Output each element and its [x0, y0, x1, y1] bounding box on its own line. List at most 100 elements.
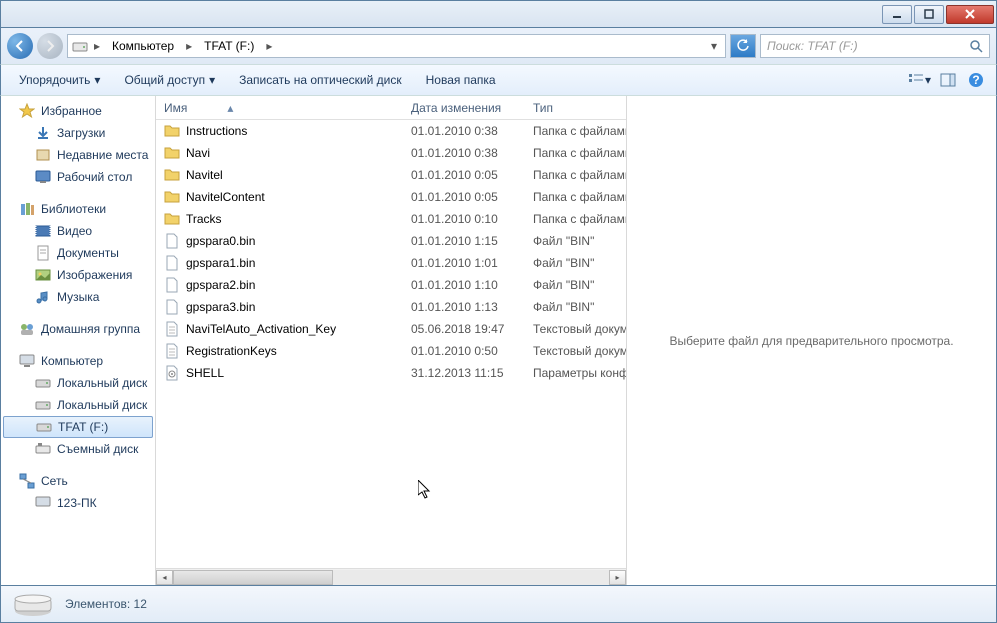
view-options-button[interactable]: ▾ [908, 69, 932, 91]
sidebar-item-documents[interactable]: Документы [1, 242, 155, 264]
file-type: Файл "BIN" [533, 278, 626, 292]
file-row[interactable]: gpspara2.bin 01.01.2010 1:10Файл "BIN" [156, 274, 626, 296]
file-name: gpspara2.bin [186, 278, 255, 292]
file-name: Tracks [186, 212, 222, 226]
file-date: 31.12.2013 11:15 [411, 366, 533, 380]
file-type: Текстовый документ [533, 344, 626, 358]
horizontal-scrollbar[interactable]: ◂ ▸ [156, 568, 626, 585]
file-type: Текстовый документ [533, 322, 626, 336]
sidebar-item-downloads[interactable]: Загрузки [1, 122, 155, 144]
file-row[interactable]: NavitelContent01.01.2010 0:05Папка с фай… [156, 186, 626, 208]
drive-icon [36, 419, 52, 435]
file-row[interactable]: Instructions01.01.2010 0:38Папка с файла… [156, 120, 626, 142]
sidebar-item-music[interactable]: Музыка [1, 286, 155, 308]
column-type[interactable]: Тип [533, 101, 626, 115]
file-icon [164, 299, 180, 315]
drive-icon [72, 38, 88, 54]
status-bar: Элементов: 12 [0, 585, 997, 623]
file-row[interactable]: gpspara3.bin01.01.2010 1:13Файл "BIN" [156, 296, 626, 318]
column-headers[interactable]: Имя▴ Дата изменения Тип [156, 96, 626, 120]
folder-icon [164, 167, 180, 183]
network-group[interactable]: Сеть [1, 470, 155, 492]
search-box[interactable]: Поиск: TFAT (F:) [760, 34, 990, 58]
search-placeholder: Поиск: TFAT (F:) [767, 39, 858, 53]
navigation-pane[interactable]: Избранное Загрузки Недавние места Рабочи… [1, 96, 156, 585]
sidebar-item-tfat[interactable]: TFAT (F:) [3, 416, 153, 438]
file-row[interactable]: SHELL31.12.2013 11:15Параметры конфигура… [156, 362, 626, 384]
file-date: 05.06.2018 19:47 [411, 322, 533, 336]
chevron-right-icon[interactable]: ▸ [90, 39, 104, 53]
text-icon [164, 343, 180, 359]
address-bar[interactable]: ▸ Компьютер ▸ TFAT (F:) ▸ ▾ [67, 34, 726, 58]
folder-icon [164, 211, 180, 227]
file-name: Instructions [186, 124, 247, 138]
column-date[interactable]: Дата изменения [411, 101, 533, 115]
scroll-track[interactable] [173, 570, 609, 585]
file-date: 01.01.2010 1:01 [411, 256, 533, 270]
sidebar-item-videos[interactable]: Видео [1, 220, 155, 242]
pictures-icon [35, 267, 51, 283]
desktop-icon [35, 169, 51, 185]
file-row[interactable]: Tracks01.01.2010 0:10Папка с файлами [156, 208, 626, 230]
favorites-group[interactable]: Избранное [1, 100, 155, 122]
computer-group[interactable]: Компьютер [1, 350, 155, 372]
sort-asc-icon: ▴ [227, 101, 233, 115]
preview-pane-button[interactable] [936, 69, 960, 91]
file-name: gpspara0.bin [186, 234, 255, 248]
scroll-thumb[interactable] [173, 570, 333, 585]
file-row[interactable]: Navi 01.01.2010 0:38Папка с файлами [156, 142, 626, 164]
column-name[interactable]: Имя▴ [156, 101, 411, 115]
chevron-down-icon: ▾ [94, 73, 100, 87]
help-button[interactable]: ? [964, 69, 988, 91]
homegroup-group[interactable]: Домашняя группа [1, 318, 155, 340]
sidebar-item-network-pc[interactable]: 123-ПК [1, 492, 155, 514]
sidebar-item-localdisk-1[interactable]: Локальный диск [1, 394, 155, 416]
file-icon [164, 233, 180, 249]
removable-drive-icon [35, 441, 51, 457]
file-type: Папка с файлами [533, 212, 626, 226]
file-row[interactable]: gpspara0.bin01.01.2010 1:15Файл "BIN" [156, 230, 626, 252]
breadcrumb-current[interactable]: TFAT (F:) [198, 35, 260, 57]
refresh-button[interactable] [730, 34, 756, 58]
file-list[interactable]: Имя▴ Дата изменения Тип Instructions01.0… [156, 96, 626, 585]
sidebar-item-desktop[interactable]: Рабочий стол [1, 166, 155, 188]
sidebar-item-pictures[interactable]: Изображения [1, 264, 155, 286]
chevron-right-icon[interactable]: ▸ [262, 39, 276, 53]
scroll-left-button[interactable]: ◂ [156, 570, 173, 585]
file-row[interactable]: NaviTelAuto_Activation_Key05.06.2018 19:… [156, 318, 626, 340]
file-date: 01.01.2010 0:38 [411, 146, 533, 160]
dropdown-arrow-icon[interactable]: ▾ [707, 39, 721, 53]
file-icon [164, 255, 180, 271]
drive-icon [35, 397, 51, 413]
sidebar-item-removable[interactable]: Съемный диск [1, 438, 155, 460]
file-icon [164, 277, 180, 293]
content-area: Имя▴ Дата изменения Тип Instructions01.0… [156, 96, 996, 585]
file-type: Папка с файлами [533, 146, 626, 160]
chevron-right-icon[interactable]: ▸ [182, 39, 196, 53]
burn-button[interactable]: Записать на оптический диск [229, 69, 412, 91]
sidebar-item-localdisk-0[interactable]: Локальный диск [1, 372, 155, 394]
file-date: 01.01.2010 1:10 [411, 278, 533, 292]
close-button[interactable] [946, 5, 994, 24]
file-type: Папка с файлами [533, 190, 626, 204]
maximize-button[interactable] [914, 5, 944, 24]
file-row[interactable]: gpspara1.bin01.01.2010 1:01Файл "BIN" [156, 252, 626, 274]
sidebar-item-recent[interactable]: Недавние места [1, 144, 155, 166]
file-date: 01.01.2010 0:05 [411, 190, 533, 204]
file-name: SHELL [186, 366, 224, 380]
new-folder-button[interactable]: Новая папка [416, 69, 506, 91]
breadcrumb-root[interactable]: Компьютер [106, 35, 180, 57]
file-row[interactable]: Navitel01.01.2010 0:05Папка с файлами [156, 164, 626, 186]
scroll-right-button[interactable]: ▸ [609, 570, 626, 585]
titlebar [0, 0, 997, 28]
share-button[interactable]: Общий доступ ▾ [114, 69, 225, 91]
minimize-button[interactable] [882, 5, 912, 24]
libraries-group[interactable]: Библиотеки [1, 198, 155, 220]
file-row[interactable]: RegistrationKeys01.01.2010 0:50Текстовый… [156, 340, 626, 362]
organize-button[interactable]: Упорядочить ▾ [9, 69, 110, 91]
forward-button[interactable] [37, 33, 63, 59]
item-count: Элементов: 12 [65, 597, 147, 611]
homegroup-icon [19, 321, 35, 337]
back-button[interactable] [7, 33, 33, 59]
file-name: Navi [186, 146, 210, 160]
